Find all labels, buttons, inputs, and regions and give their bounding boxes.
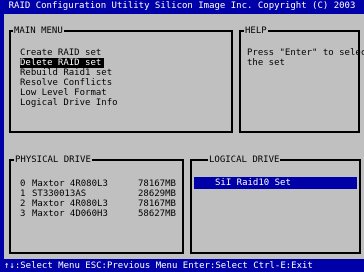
menu-item-delete-raid-set[interactable]: Delete RAID set [20,58,105,68]
logical-drive-panel: LOGICAL DRIVE SiI Raid10 Set [189,139,364,259]
drive-size: 28629MB [138,189,176,199]
main-menu-title: MAIN MENU [13,26,64,36]
physical-drive-row[interactable]: 3 Maxtor 4D060H3 58627MB [20,209,180,219]
physical-drive-row[interactable]: 0 Maxtor 4R080L3 78167MB [20,179,180,189]
status-bar: ↑↓:Select Menu ESC:Previous Menu Enter:S… [0,261,364,272]
drive-model: ST330013AS [32,189,87,199]
physical-drive-row[interactable]: 1 ST330013AS 28629MB [20,189,180,199]
logical-drive-item[interactable]: SiI Raid10 Set [194,177,357,189]
drive-model: Maxtor 4R080L3 [32,179,108,189]
drive-model: Maxtor 4D060H3 [32,209,108,219]
main-menu-panel: MAIN MENU Create RAID set Delete RAID se… [4,14,239,139]
help-text-line2: the set [247,58,285,68]
physical-drive-row[interactable]: 2 Maxtor 4R080L3 78167MB [20,199,180,209]
physical-drive-title: PHYSICAL DRIVE [14,155,92,165]
drive-model: Maxtor 4R080L3 [32,199,108,209]
logical-drive-item-label: SiI Raid10 Set [215,178,291,188]
help-text-line1: Press "Enter" to select [247,48,364,58]
menu-item-resolve-conflicts[interactable]: Resolve Conflicts [20,78,112,88]
help-panel: HELP Press "Enter" to select the set [239,14,364,139]
drive-index: 3 [20,209,26,219]
menu-item-low-level-format[interactable]: Low Level Format [20,88,107,98]
menu-item-delete-raid-set-label: Delete RAID set [20,58,105,68]
drive-index: 0 [20,179,26,189]
drive-index: 2 [20,199,26,209]
drive-size: 78167MB [138,179,176,189]
help-title: HELP [244,26,268,36]
menu-item-rebuild-raid1-set[interactable]: Rebuild Raid1 set [20,68,112,78]
menu-item-create-raid-set[interactable]: Create RAID set [20,48,101,58]
logical-drive-frame: LOGICAL DRIVE [190,155,361,254]
drive-index: 1 [20,189,26,199]
menu-item-logical-drive-info[interactable]: Logical Drive Info [20,98,118,108]
physical-drive-panel: PHYSICAL DRIVE 0 Maxtor 4R080L3 78167MB … [4,139,189,259]
window-title: RAID Configuration Utility Silicon Image… [0,0,364,13]
drive-size: 78167MB [138,199,176,209]
drive-size: 58627MB [138,209,176,219]
logical-drive-title: LOGICAL DRIVE [208,155,281,165]
help-frame: HELP [239,26,360,133]
